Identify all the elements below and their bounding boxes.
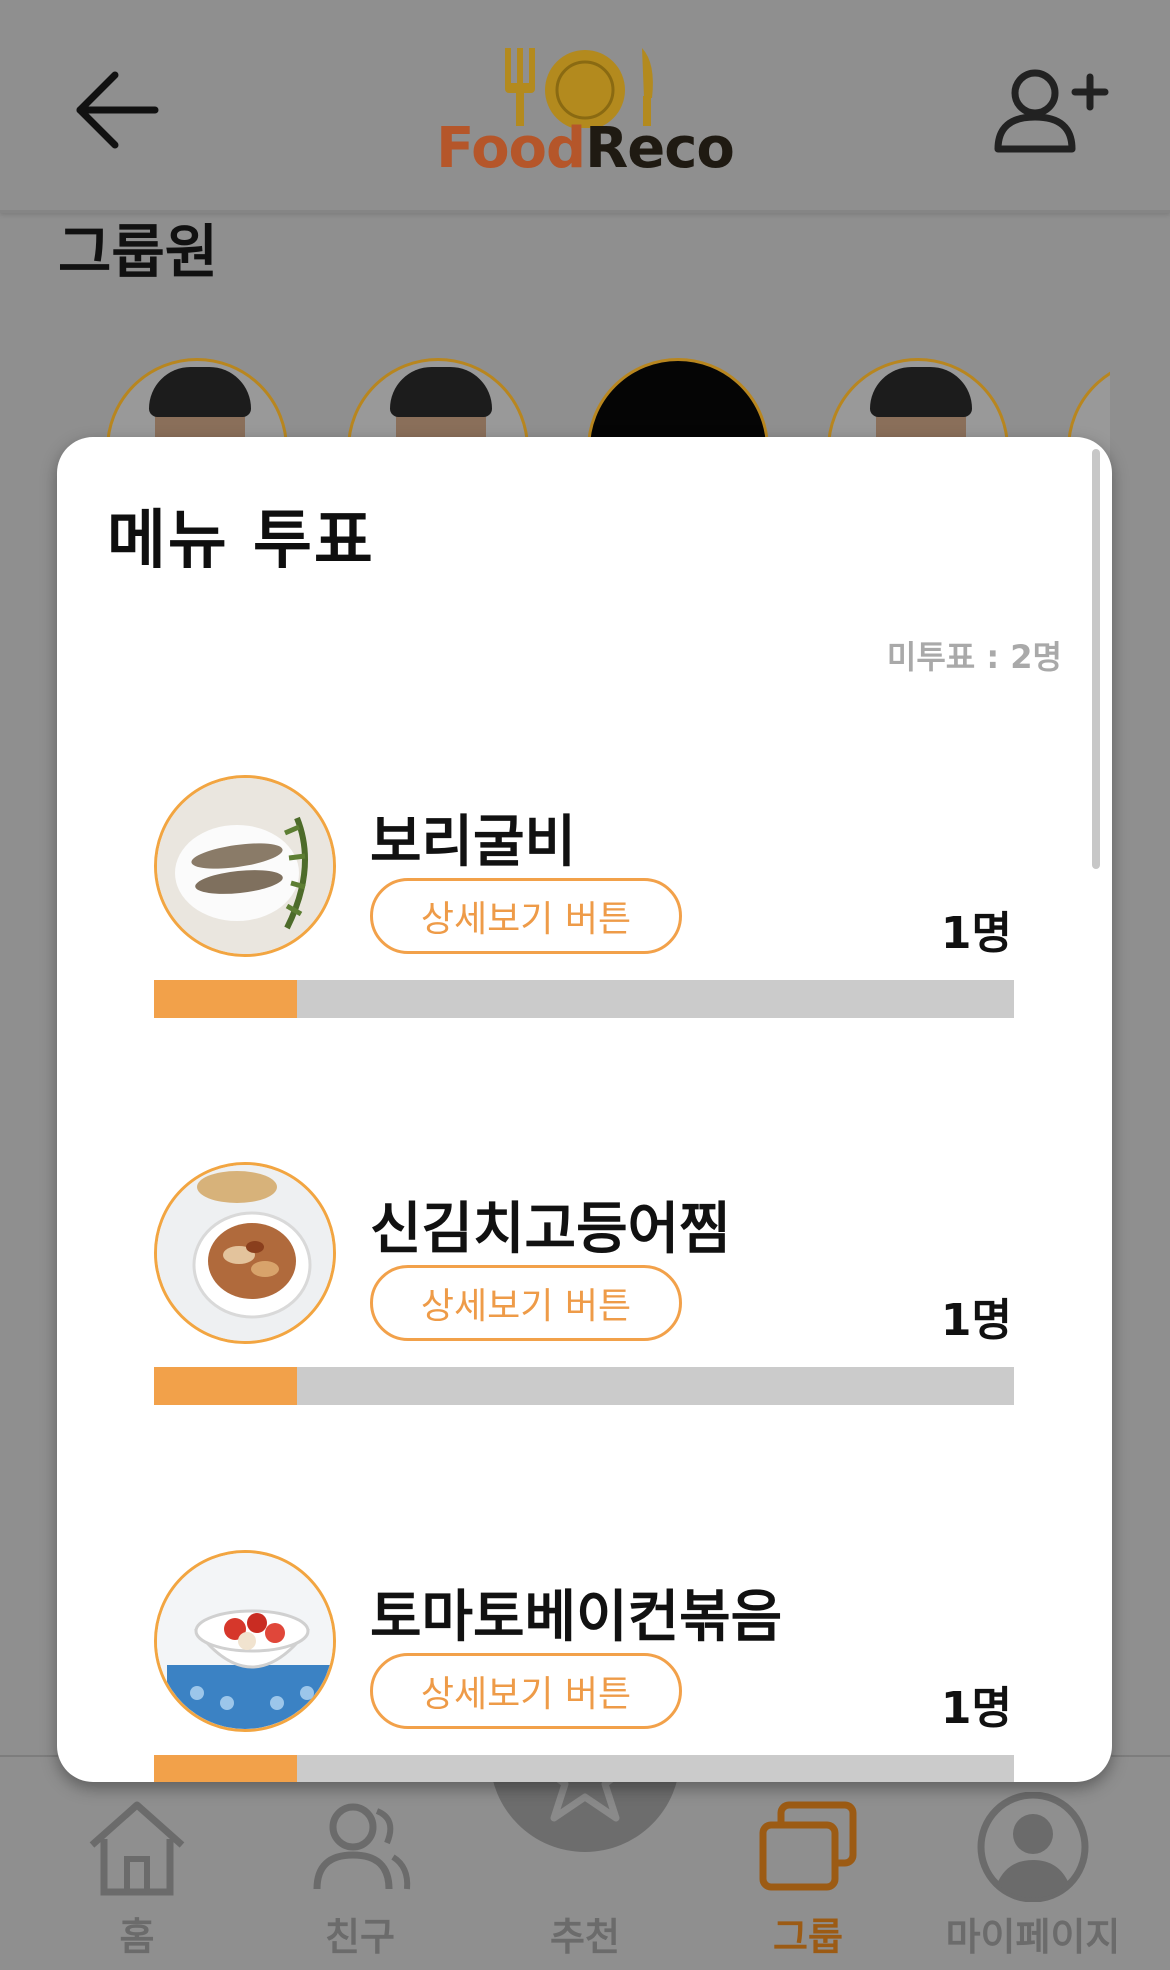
- profile-circle-icon: [977, 1792, 1089, 1902]
- detail-button[interactable]: 상세보기 버튼: [370, 1653, 682, 1729]
- foodreco-logo: FoodReco: [430, 28, 740, 188]
- user-plus-icon: [994, 69, 1109, 153]
- nav-friends-label: 친구: [325, 1915, 395, 1959]
- logo-reco-text: Reco: [585, 116, 735, 181]
- nav-friends[interactable]: 친구: [245, 1757, 475, 1970]
- back-button[interactable]: [60, 55, 170, 165]
- unvoted-count: 미투표 : 2명: [886, 638, 1062, 676]
- vote-item[interactable]: 신김치고등어찜 상세보기 버튼 1명: [57, 1162, 1112, 1422]
- vote-item[interactable]: 보리굴비 상세보기 버튼 1명: [57, 775, 1112, 1035]
- logo-food-text: Food: [436, 116, 586, 181]
- group-stack-icon: [759, 1801, 857, 1891]
- nav-group-label: 그룹: [773, 1915, 843, 1959]
- friends-icon: [313, 1803, 411, 1890]
- food-name: 토마토베이컨볶음: [370, 1585, 783, 1650]
- arrow-left-icon: [76, 71, 159, 149]
- nav-mypage-label: 마이페이지: [945, 1915, 1121, 1959]
- nav-home[interactable]: 홈: [22, 1757, 252, 1970]
- modal-title: 메뉴 투표: [107, 504, 375, 578]
- food-image: [154, 1162, 336, 1344]
- vote-progress-fill: [154, 1367, 297, 1405]
- home-icon: [89, 1801, 185, 1896]
- menu-vote-modal: 메뉴 투표 미투표 : 2명 보리굴비 상세보기 버튼 1명 신김치고등어찜 상…: [57, 437, 1112, 1782]
- plate-cutlery-icon: [505, 48, 653, 128]
- nav-recommend[interactable]: 추천: [470, 1724, 700, 1970]
- nav-group[interactable]: 그룹: [693, 1757, 923, 1970]
- food-image: [154, 1550, 336, 1732]
- logo-text: FoodReco: [430, 116, 740, 181]
- tomato-dish-icon: [157, 1553, 333, 1729]
- nav-recommend-label: 추천: [550, 1915, 620, 1959]
- vote-progress-bar: [154, 980, 1014, 1018]
- detail-button[interactable]: 상세보기 버튼: [370, 1265, 682, 1341]
- food-name: 보리굴비: [370, 810, 577, 875]
- food-image: [154, 775, 336, 957]
- vote-progress-fill: [154, 1755, 297, 1782]
- members-title: 그룹원: [58, 218, 219, 286]
- fish-dish-icon: [157, 778, 333, 954]
- bottom-navigation: 홈 친구 추천 그룹 마이페이지: [0, 1662, 1170, 1970]
- vote-count: 1명: [940, 1295, 1012, 1346]
- app-header: FoodReco: [0, 0, 1170, 213]
- vote-item[interactable]: 토마토베이컨볶음 상세보기 버튼 1명: [57, 1550, 1112, 1782]
- vote-count: 1명: [940, 1683, 1012, 1734]
- vote-progress-bar: [154, 1755, 1014, 1782]
- food-name: 신김치고등어찜: [370, 1197, 731, 1262]
- add-member-button[interactable]: [985, 55, 1115, 165]
- detail-button[interactable]: 상세보기 버튼: [370, 878, 682, 954]
- vote-count: 1명: [940, 908, 1012, 959]
- stew-dish-icon: [157, 1165, 333, 1341]
- vote-progress-fill: [154, 980, 297, 1018]
- nav-mypage[interactable]: 마이페이지: [918, 1757, 1148, 1970]
- nav-home-label: 홈: [119, 1915, 155, 1959]
- vote-progress-bar: [154, 1367, 1014, 1405]
